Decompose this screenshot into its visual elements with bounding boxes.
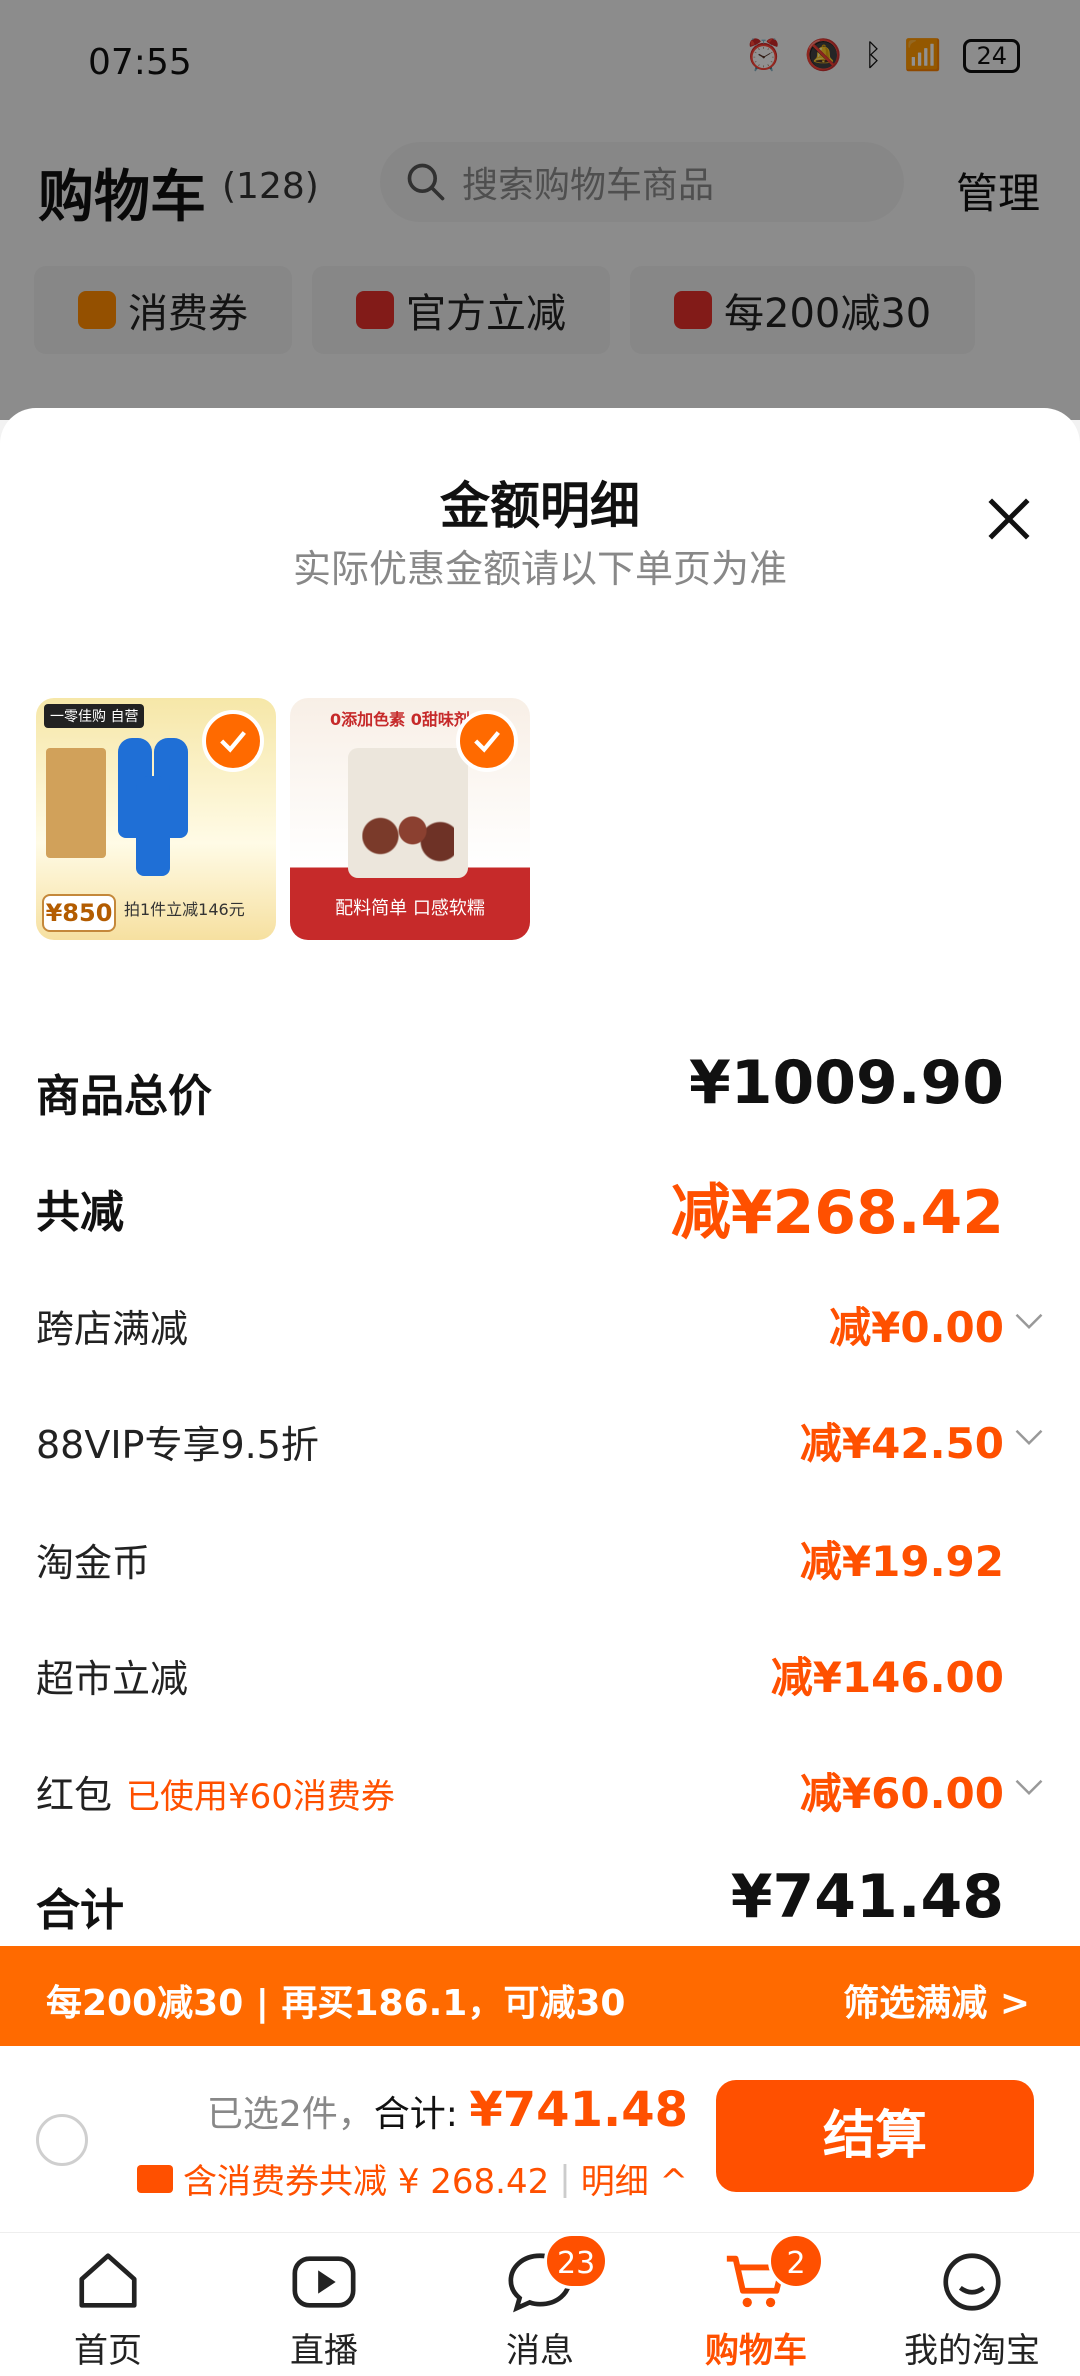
product-thumbnail[interactable]: 一零佳购 自营 ¥850 拍1件立减146元 (36, 698, 276, 940)
tab-my-taobao[interactable]: 我的淘宝 (864, 2233, 1080, 2376)
selected-summary: 已选2件，合计: ¥741.48 (206, 2082, 688, 2138)
amount-detail-sheet: 金额明细 实际优惠金额请以下单页为准 一零佳购 自营 ¥850 拍1件立减146… (0, 408, 1080, 1948)
row-grand-total: 合计 ¥741.48 (36, 1862, 1004, 1936)
discount-summary[interactable]: 含消费券共减 ¥ 268.42 | 明细 ^ (137, 2154, 688, 2203)
bottom-tab-bar: 首页 直播 23 消息 2 购物车 我的淘宝 (0, 2232, 1080, 2376)
home-icon (79, 2253, 137, 2308)
gift-box-image (46, 748, 106, 858)
row-cross-store[interactable]: 跨店满减 减¥0.00 (36, 1282, 1044, 1362)
messages-badge: 23 (544, 2233, 609, 2289)
product-price-tag: ¥850 (42, 894, 116, 932)
chevron-down-icon[interactable] (1014, 1310, 1044, 1332)
product-promo-text: 拍1件立减146元 (124, 900, 245, 919)
filter-discount-link[interactable]: 筛选满减 > (843, 1974, 1030, 2026)
product-thumbnail[interactable]: 0添加色素 0甜味剂 配料简单 口感软糯 (290, 698, 530, 940)
product-thumbnails: 一零佳购 自营 ¥850 拍1件立减146元 0添加色素 0甜味剂 配料简单 口… (36, 698, 530, 940)
sheet-subtitle: 实际优惠金额请以下单页为准 (292, 547, 787, 591)
row-88vip[interactable]: 88VIP专享9.5折 减¥42.50 (36, 1398, 1044, 1478)
chevron-down-icon[interactable] (1014, 1776, 1044, 1798)
checkout-bar: 已选2件，合计: ¥741.48 含消费券共减 ¥ 268.42 | 明细 ^ … (0, 2046, 1080, 2232)
promo-bar[interactable]: 每200减30 | 再买186.1，可减30 筛选满减 > (0, 1946, 1080, 2046)
row-red-packet[interactable]: 红包 已使用¥60消费券 减¥60.00 (36, 1748, 1044, 1828)
tab-messages[interactable]: 23 消息 (432, 2233, 648, 2376)
checkout-total: ¥741.48 (469, 2082, 688, 2138)
tab-home[interactable]: 首页 (0, 2233, 216, 2376)
promo-text: 每200减30 | 再买186.1，可减30 (46, 1983, 626, 2024)
hawthorn-image (362, 808, 454, 864)
coupon-used-note: 已使用¥60消费券 (126, 1777, 395, 1817)
sheet-title: 金额明细 (440, 477, 640, 535)
face-icon (943, 2253, 1001, 2311)
close-icon[interactable] (984, 494, 1034, 544)
play-icon (292, 2256, 356, 2308)
tab-live[interactable]: 直播 (216, 2233, 432, 2376)
row-supermarket: 超市立减 减¥146.00 (36, 1653, 1004, 1702)
coupon-icon (137, 2164, 174, 2193)
tab-cart[interactable]: 2 购物车 (648, 2233, 864, 2376)
selected-check-icon[interactable] (456, 710, 518, 772)
row-total-discount: 共减 减¥268.42 (36, 1178, 1004, 1248)
cart-badge: 2 (768, 2233, 824, 2289)
bottle-image (136, 776, 170, 876)
select-all-radio[interactable] (36, 2114, 88, 2166)
checkout-button[interactable]: 结算 (716, 2080, 1034, 2192)
selected-check-icon[interactable] (202, 710, 264, 772)
row-taojinbi: 淘金币 减¥19.92 (36, 1537, 1004, 1586)
chevron-down-icon[interactable] (1014, 1426, 1044, 1448)
overlay-dim[interactable] (0, 0, 1080, 420)
detail-toggle[interactable]: 明细 ^ (581, 2154, 688, 2203)
row-total-price: 商品总价 ¥1009.90 (36, 1048, 1004, 1122)
